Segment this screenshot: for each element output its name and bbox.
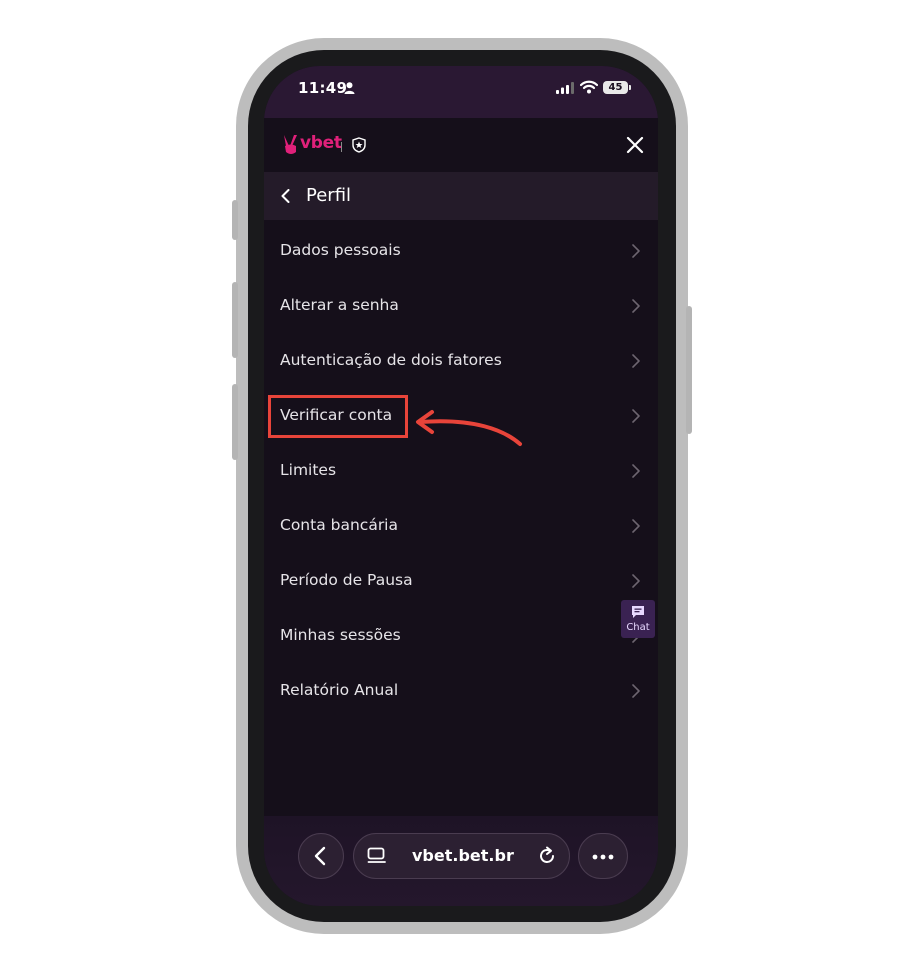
site-header: vbet	[264, 118, 658, 172]
annotation-highlight-box	[268, 395, 408, 438]
phone-screen: 11:49 45 vbet Perfil Dados pessoais Alte…	[264, 66, 658, 906]
chat-label: Chat	[626, 622, 650, 633]
menu-item-minhas-sessoes[interactable]: Minhas sessões	[264, 609, 658, 664]
menu-item-label: Relatório Anual	[280, 681, 399, 699]
wifi-icon	[580, 80, 598, 94]
menu-item-dados-pessoais[interactable]: Dados pessoais	[264, 224, 658, 279]
chevron-right-icon	[632, 299, 640, 313]
perfil-title: Perfil	[306, 185, 352, 206]
menu-item-label: Conta bancária	[280, 516, 398, 534]
chevron-right-icon	[632, 684, 640, 698]
menu-item-autenticacao-dois-fatores[interactable]: Autenticação de dois fatores	[264, 334, 658, 389]
browser-toolbar: vbet.bet.br	[264, 816, 658, 906]
chevron-right-icon	[632, 574, 640, 588]
status-bar: 11:49 45	[264, 66, 658, 118]
chevron-left-icon	[314, 846, 326, 866]
menu-item-label: Limites	[280, 461, 337, 479]
side-button-volume-up	[232, 282, 238, 358]
chevron-right-icon	[632, 244, 640, 258]
chevron-left-icon[interactable]	[281, 189, 290, 203]
menu-item-limites[interactable]: Limites	[264, 444, 658, 499]
logo-divider	[341, 142, 342, 152]
vbet-logo[interactable]: vbet	[300, 133, 342, 153]
menu-item-label: Período de Pausa	[280, 571, 413, 589]
chat-button[interactable]: Chat	[621, 600, 655, 638]
side-button-action	[232, 200, 238, 240]
battery-indicator: 45	[603, 81, 631, 94]
menu-item-label: Dados pessoais	[280, 241, 401, 259]
annotation-arrow-icon	[416, 410, 522, 446]
perfil-back-bar[interactable]: Perfil	[264, 172, 658, 220]
chevron-right-icon	[632, 409, 640, 423]
chevron-right-icon	[632, 519, 640, 533]
chevron-right-icon	[632, 464, 640, 478]
more-horizontal-icon	[592, 854, 614, 860]
side-button-volume-down	[232, 384, 238, 460]
browser-back-button[interactable]	[298, 833, 344, 879]
status-time: 11:49	[298, 79, 348, 97]
person-icon	[344, 82, 355, 94]
more-options-button[interactable]	[578, 833, 628, 879]
menu-item-alterar-senha[interactable]: Alterar a senha	[264, 279, 658, 334]
menu-item-conta-bancaria[interactable]: Conta bancária	[264, 499, 658, 554]
cellular-signal-icon	[556, 82, 574, 94]
menu-item-label: Minhas sessões	[280, 626, 401, 644]
menu-item-label: Autenticação de dois fatores	[280, 351, 502, 369]
menu-item-relatorio-anual[interactable]: Relatório Anual	[264, 664, 658, 719]
close-icon[interactable]	[626, 136, 644, 154]
url-text: vbet.bet.br	[412, 846, 514, 865]
side-button-power	[686, 306, 692, 434]
chevron-right-icon	[632, 354, 640, 368]
vbet-logo-hand-icon	[284, 135, 297, 154]
shield-star-icon	[352, 137, 366, 153]
reload-icon[interactable]	[537, 846, 557, 866]
menu-item-label: Alterar a senha	[280, 296, 399, 314]
menu-item-periodo-de-pausa[interactable]: Período de Pausa	[264, 554, 658, 609]
chat-bubble-icon	[632, 606, 644, 618]
address-bar[interactable]: vbet.bet.br	[353, 833, 570, 879]
page-menu-icon	[367, 847, 386, 863]
